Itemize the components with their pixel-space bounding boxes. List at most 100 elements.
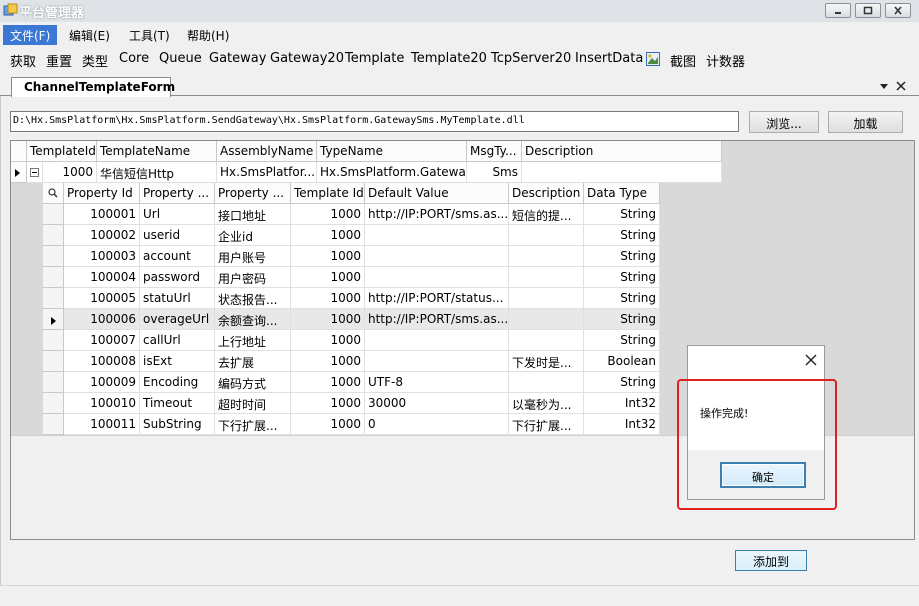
detail-cell-propertyid[interactable]: 100010 (64, 393, 140, 414)
detail-row-indicator[interactable] (43, 414, 64, 435)
column-header-typename[interactable]: TypeName (317, 141, 467, 162)
detail-cell-templateid[interactable]: 1000 (291, 309, 365, 330)
detail-cell-propertyname[interactable]: SubString (140, 414, 215, 435)
detail-cell-templateid[interactable]: 1000 (291, 372, 365, 393)
browse-button[interactable]: 浏览... (749, 111, 819, 133)
detail-cell-datatype[interactable]: String (584, 288, 660, 309)
detail-cell-datatype[interactable]: Boolean (584, 351, 660, 372)
master-cell-templateid[interactable]: 1000 (43, 162, 97, 183)
toolbar-core[interactable]: Core (119, 51, 149, 66)
detail-cell-propertydesc[interactable]: 状态报告... (215, 288, 291, 309)
toolbar-template[interactable]: Template (345, 51, 404, 66)
toolbar-tcpserver20[interactable]: TcpServer20 (491, 51, 571, 66)
detail-cell-templateid[interactable]: 1000 (291, 393, 365, 414)
load-button[interactable]: 加载 (828, 111, 903, 133)
detail-cell-templateid[interactable]: 1000 (291, 246, 365, 267)
detail-cell-propertyname[interactable]: overageUrl (140, 309, 215, 330)
dll-path-input[interactable]: D:\Hx.SmsPlatform\Hx.SmsPlatform.SendGat… (10, 111, 739, 132)
add-to-button[interactable]: 添加到 (735, 550, 807, 571)
detail-cell-propertyname[interactable]: statuUrl (140, 288, 215, 309)
detail-cell-description[interactable]: 以毫秒为... (509, 393, 584, 414)
detail-header-propertydesc[interactable]: Property ... (215, 183, 291, 204)
detail-row-indicator[interactable] (43, 246, 64, 267)
detail-cell-description[interactable] (509, 267, 584, 288)
detail-cell-description[interactable]: 下发时是... (509, 351, 584, 372)
detail-cell-datatype[interactable]: Int32 (584, 414, 660, 435)
detail-cell-propertyid[interactable]: 100008 (64, 351, 140, 372)
detail-cell-propertydesc[interactable]: 用户密码 (215, 267, 291, 288)
maximize-button[interactable] (855, 3, 881, 18)
detail-cell-propertydesc[interactable]: 上行地址 (215, 330, 291, 351)
collapse-icon[interactable] (27, 162, 43, 183)
detail-cell-propertyname[interactable]: isExt (140, 351, 215, 372)
detail-cell-datatype[interactable]: String (584, 330, 660, 351)
detail-cell-description[interactable] (509, 330, 584, 351)
detail-cell-defaultvalue[interactable] (365, 246, 509, 267)
detail-header-templateid[interactable]: Template Id (291, 183, 365, 204)
detail-cell-propertyid[interactable]: 100007 (64, 330, 140, 351)
menu-file[interactable]: 文件(F) (3, 25, 58, 45)
menu-help[interactable]: 帮助(H) (180, 25, 236, 45)
detail-cell-description[interactable]: 短信的提... (509, 204, 584, 225)
detail-cell-propertyid[interactable]: 100001 (64, 204, 140, 225)
detail-cell-propertyname[interactable]: Timeout (140, 393, 215, 414)
menu-tools[interactable]: 工具(T) (122, 25, 177, 45)
detail-cell-propertyname[interactable]: Encoding (140, 372, 215, 393)
detail-cell-propertydesc[interactable]: 编码方式 (215, 372, 291, 393)
toolbar-insertdata[interactable]: InsertData (575, 51, 643, 66)
detail-cell-propertyname[interactable]: password (140, 267, 215, 288)
detail-header-description[interactable]: Description (509, 183, 584, 204)
detail-cell-propertydesc[interactable]: 余额查询... (215, 309, 291, 330)
toolbar-fetch[interactable]: 获取 (10, 51, 36, 70)
detail-cell-defaultvalue[interactable]: 30000 (365, 393, 509, 414)
detail-cell-propertydesc[interactable]: 去扩展 (215, 351, 291, 372)
detail-cell-propertydesc[interactable]: 企业id (215, 225, 291, 246)
detail-cell-defaultvalue[interactable]: 0 (365, 414, 509, 435)
detail-cell-description[interactable] (509, 246, 584, 267)
column-header-description[interactable]: Description (522, 141, 722, 162)
detail-cell-propertydesc[interactable]: 用户账号 (215, 246, 291, 267)
detail-cell-description[interactable] (509, 309, 584, 330)
detail-cell-propertyname[interactable]: callUrl (140, 330, 215, 351)
column-header-assemblyname[interactable]: AssemblyName (217, 141, 317, 162)
detail-cell-datatype[interactable]: String (584, 225, 660, 246)
column-header-templateid[interactable]: TemplateId (27, 141, 97, 162)
detail-cell-defaultvalue[interactable] (365, 330, 509, 351)
detail-search-icon[interactable] (43, 183, 64, 204)
detail-cell-templateid[interactable]: 1000 (291, 267, 365, 288)
detail-cell-propertyid[interactable]: 100011 (64, 414, 140, 435)
toolbar-counter[interactable]: 计数器 (706, 51, 745, 70)
tab-channeltemplateform[interactable]: ChannelTemplateForm (11, 77, 175, 97)
toolbar-gateway20[interactable]: Gateway20 (270, 51, 344, 66)
detail-header-propertyid[interactable]: Property Id (64, 183, 140, 204)
detail-cell-datatype[interactable]: Int32 (584, 393, 660, 414)
detail-cell-propertyname[interactable]: Url (140, 204, 215, 225)
detail-cell-templateid[interactable]: 1000 (291, 288, 365, 309)
detail-row-indicator[interactable] (43, 309, 64, 330)
tab-dropdown-icon[interactable] (878, 80, 890, 92)
detail-cell-templateid[interactable]: 1000 (291, 330, 365, 351)
dialog-close-icon[interactable] (804, 353, 818, 367)
master-cell-msgtype[interactable]: Sms (467, 162, 522, 183)
column-header-msgtype[interactable]: MsgTy... (467, 141, 522, 162)
detail-cell-defaultvalue[interactable]: http://IP:PORT/status... (365, 288, 509, 309)
detail-cell-datatype[interactable]: String (584, 246, 660, 267)
detail-cell-defaultvalue[interactable]: http://IP:PORT/sms.as... (365, 204, 509, 225)
detail-row-indicator[interactable] (43, 372, 64, 393)
toolbar-gateway[interactable]: Gateway (209, 51, 266, 66)
detail-cell-propertyid[interactable]: 100003 (64, 246, 140, 267)
detail-cell-description[interactable]: 下行扩展... (509, 414, 584, 435)
master-cell-typename[interactable]: Hx.SmsPlatform.Gatewa... (317, 162, 467, 183)
master-cell-description[interactable] (522, 162, 722, 183)
detail-cell-propertyid[interactable]: 100005 (64, 288, 140, 309)
detail-header-defaultvalue[interactable]: Default Value (365, 183, 509, 204)
detail-cell-defaultvalue[interactable]: http://IP:PORT/sms.as... (365, 309, 509, 330)
detail-cell-defaultvalue[interactable] (365, 267, 509, 288)
toolbar-screenshot[interactable]: 截图 (670, 51, 696, 70)
detail-cell-defaultvalue[interactable]: UTF-8 (365, 372, 509, 393)
detail-cell-propertyid[interactable]: 100006 (64, 309, 140, 330)
toolbar-template20[interactable]: Template20 (411, 51, 487, 66)
master-cell-assemblyname[interactable]: Hx.SmsPlatfor... (217, 162, 317, 183)
detail-cell-description[interactable] (509, 288, 584, 309)
detail-cell-propertyid[interactable]: 100002 (64, 225, 140, 246)
